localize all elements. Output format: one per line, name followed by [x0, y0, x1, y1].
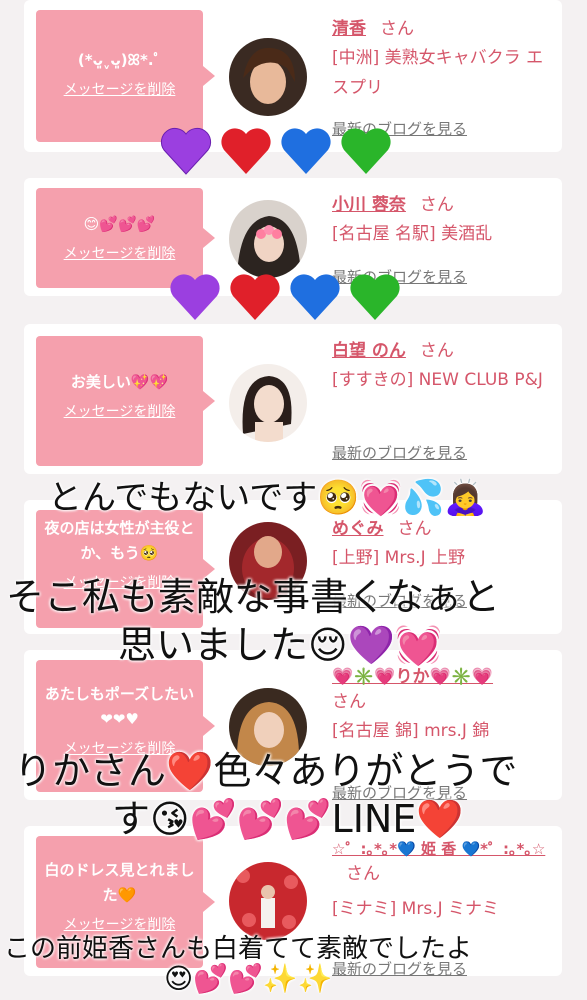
- overlay-caption-line: そこ私も素敵な事書くなぁと: [6, 575, 501, 619]
- user-name-link[interactable]: めぐみ: [332, 519, 384, 539]
- heart-sticker-row: [165, 266, 405, 326]
- latest-blog-link[interactable]: 最新のブログを見る: [332, 442, 467, 463]
- avatar[interactable]: [229, 38, 307, 116]
- user-name-link[interactable]: 白望 のん: [332, 341, 406, 361]
- message-text: (*ᴗ͈ˬᴗ͈)ꕤ*.ﾟ: [77, 51, 162, 69]
- blue-heart-icon: [281, 128, 331, 174]
- profile-info: 💗✳️💗りか💗✳️💗 さん [名古屋 錦] mrs.J 錦 最新のブログを見る: [332, 662, 557, 802]
- blue-heart-icon: [290, 274, 340, 320]
- delete-message-link[interactable]: メッセージを削除: [44, 243, 195, 263]
- overlay-caption-line: この前姫香さんも白着てて素敵でしたよ: [4, 934, 473, 964]
- red-heart-icon: [230, 274, 280, 320]
- green-heart-icon: [350, 274, 400, 320]
- overlay-caption-line: す😘💕💕💕LINE❤️: [112, 797, 464, 841]
- delete-message-link[interactable]: メッセージを削除: [44, 79, 195, 99]
- overlay-caption-line: 思いました😌💜💓: [118, 623, 443, 667]
- message-text: あたしもポーズしたい❤❤♥: [44, 685, 195, 728]
- green-heart-icon: [341, 128, 391, 174]
- user-name-link[interactable]: 清香: [332, 19, 366, 39]
- message-bubble: お美しい💖💖 メッセージを削除: [36, 336, 215, 466]
- honorific: さん: [419, 341, 454, 361]
- profile-info: 清香 さん [中洲] 美熟女キャバクラ エスプリ 最新のブログを見る: [332, 14, 557, 138]
- heart-sticker-row: [156, 120, 396, 180]
- honorific: さん: [346, 864, 380, 884]
- message-text: 夜の店は女性が主役とか、もう🥺: [44, 519, 195, 562]
- user-name-link[interactable]: 小川 蓉奈: [332, 195, 406, 215]
- message-text: 😊💕💕💕: [83, 215, 156, 233]
- profile-info: めぐみ さん [上野] Mrs.J 上野 最新のブログを見る: [332, 514, 557, 610]
- overlay-caption-line: とんでもないです🥺💓💦🙇‍♀️: [48, 478, 487, 518]
- honorific: さん: [397, 519, 432, 539]
- message-card: お美しい💖💖 メッセージを削除 白望 のん さん [すすきの] NEW CLUB …: [24, 324, 562, 474]
- purple-heart-icon: [170, 274, 220, 320]
- user-name-link[interactable]: 💗✳️💗りか💗✳️💗: [332, 667, 493, 687]
- honorific: さん: [380, 19, 414, 39]
- message-text: お美しい💖💖: [70, 373, 169, 391]
- overlay-caption-line: りかさん❤️色々ありがとうで: [14, 749, 518, 793]
- message-text: 白のドレス見とれました🧡: [44, 861, 195, 904]
- honorific: さん: [419, 195, 454, 215]
- delete-message-link[interactable]: メッセージを削除: [44, 401, 195, 421]
- purple-heart-icon: [160, 127, 212, 175]
- shop-name: [名古屋 名駅] 美酒乱: [332, 224, 493, 244]
- overlay-caption-line: 😍💕💕✨✨: [164, 962, 333, 995]
- profile-info: 白望 のん さん [すすきの] NEW CLUB P&J 最新のブログを見る: [332, 336, 557, 462]
- shop-name: [すすきの] NEW CLUB P&J: [332, 370, 543, 390]
- shop-name: [ミナミ] Mrs.J ミナミ: [332, 899, 500, 919]
- profile-info: ☆゜:｡*｡*💙 姫 香 💙*゜:｡*｡☆さん [ミナミ] Mrs.J ミナミ …: [332, 838, 557, 978]
- honorific: さん: [332, 692, 366, 712]
- profile-info: 小川 蓉奈 さん [名古屋 名駅] 美酒乱 最新のブログを見る: [332, 190, 557, 286]
- shop-name: [中洲] 美熟女キャバクラ エスプリ: [332, 48, 544, 98]
- avatar[interactable]: [229, 364, 307, 442]
- red-heart-icon: [221, 128, 271, 174]
